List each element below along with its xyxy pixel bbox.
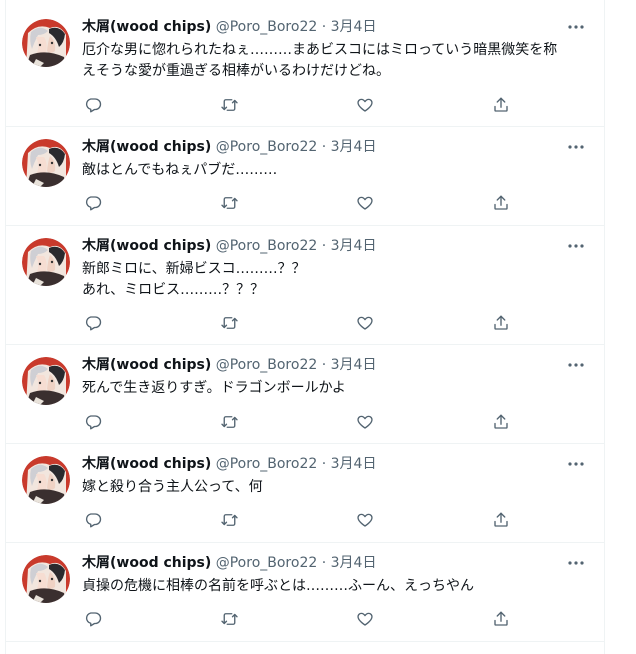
tweet-header: 木屑(wood chips) @Poro_Boro22 · 3月4日 <box>82 454 376 474</box>
separator-dot: · <box>321 238 327 254</box>
share-icon[interactable] <box>490 411 512 433</box>
author-name[interactable]: 木屑(wood chips) <box>82 139 211 155</box>
tweet-text: 厄介な男に惚れられたねぇ………まあビスコにはミロっていう暗黒微笑を称 えそうな愛… <box>82 40 588 82</box>
more-icon[interactable] <box>562 234 590 258</box>
avatar[interactable] <box>22 19 70 67</box>
tweet[interactable]: 木屑(wood chips) @Poro_Boro22 · 3月4日 敵はとんで… <box>6 127 604 226</box>
retweet-icon[interactable] <box>218 411 240 433</box>
like-icon[interactable] <box>354 312 376 334</box>
like-icon[interactable] <box>354 94 376 116</box>
tweet-text-line: 死んで生き返りすぎ。ドラゴンボールかよ <box>82 380 346 396</box>
author-name[interactable]: 木屑(wood chips) <box>82 456 211 472</box>
tweet-text-line: あれ、ミロビス………？？？ <box>82 282 265 298</box>
author-handle[interactable]: @Poro_Boro22 <box>216 555 318 571</box>
author-handle[interactable]: @Poro_Boro22 <box>216 357 318 373</box>
tweet-actions <box>82 94 512 116</box>
tweet-date[interactable]: 3月4日 <box>331 238 377 254</box>
tweet-header: 木屑(wood chips) @Poro_Boro22 · 3月4日 <box>82 553 376 573</box>
tweet[interactable]: 木屑(wood chips) @Poro_Boro22 · 3月4日 厄介な男に… <box>6 7 604 127</box>
tweet-text-line: 貞操の危機に相棒の名前を呼ぶとは………ふーん、えっちやん <box>82 578 474 594</box>
tweet-text-line: えそうな愛が重過ぎる相棒がいるわけだけどね。 <box>82 63 390 79</box>
avatar[interactable] <box>22 357 70 405</box>
reply-icon[interactable] <box>82 312 104 334</box>
like-icon[interactable] <box>354 192 376 214</box>
retweet-icon[interactable] <box>218 509 240 531</box>
tweet-text: 嫁と殺り合う主人公って、何 <box>82 477 588 498</box>
tweet-header: 木屑(wood chips) @Poro_Boro22 · 3月4日 <box>82 17 376 37</box>
avatar[interactable] <box>22 456 70 504</box>
author-name[interactable]: 木屑(wood chips) <box>82 238 211 254</box>
tweet-actions <box>82 608 512 630</box>
share-icon[interactable] <box>490 94 512 116</box>
more-icon[interactable] <box>562 452 590 476</box>
avatar[interactable] <box>22 238 70 286</box>
avatar[interactable] <box>22 555 70 603</box>
tweet-header: 木屑(wood chips) @Poro_Boro22 · 3月4日 <box>82 137 376 157</box>
separator-dot: · <box>321 19 327 35</box>
tweet[interactable]: 木屑(wood chips) @Poro_Boro22 · 3月4日 新郎ミロに… <box>6 226 604 345</box>
tweet-date[interactable]: 3月4日 <box>331 357 377 373</box>
retweet-icon[interactable] <box>218 94 240 116</box>
like-icon[interactable] <box>354 509 376 531</box>
reply-icon[interactable] <box>82 509 104 531</box>
tweet-date[interactable]: 3月4日 <box>331 139 377 155</box>
retweet-icon[interactable] <box>218 192 240 214</box>
more-icon[interactable] <box>562 15 590 39</box>
tweet-date[interactable]: 3月4日 <box>331 19 377 35</box>
separator-dot: · <box>321 456 327 472</box>
more-icon[interactable] <box>562 135 590 159</box>
author-handle[interactable]: @Poro_Boro22 <box>216 238 318 254</box>
tweet-date[interactable]: 3月4日 <box>331 456 377 472</box>
timeline: 木屑(wood chips) @Poro_Boro22 · 3月4日 厄介な男に… <box>5 0 605 654</box>
separator-dot: · <box>321 555 327 571</box>
tweet-actions <box>82 192 512 214</box>
share-icon[interactable] <box>490 509 512 531</box>
tweet-actions <box>82 411 512 433</box>
reply-icon[interactable] <box>82 192 104 214</box>
tweet-date[interactable]: 3月4日 <box>331 555 377 571</box>
author-name[interactable]: 木屑(wood chips) <box>82 555 211 571</box>
reply-icon[interactable] <box>82 411 104 433</box>
tweet[interactable]: 木屑(wood chips) @Poro_Boro22 · 3月4日 嫁と殺り合… <box>6 444 604 543</box>
tweet-text-line: 新郎ミロに、新婦ビスコ………？？ <box>82 261 306 277</box>
author-name[interactable]: 木屑(wood chips) <box>82 19 211 35</box>
reply-icon[interactable] <box>82 608 104 630</box>
author-handle[interactable]: @Poro_Boro22 <box>216 19 318 35</box>
tweet-header: 木屑(wood chips) @Poro_Boro22 · 3月4日 <box>82 355 376 375</box>
like-icon[interactable] <box>354 608 376 630</box>
tweet-actions <box>82 509 512 531</box>
author-name[interactable]: 木屑(wood chips) <box>82 357 211 373</box>
retweet-icon[interactable] <box>218 608 240 630</box>
separator-dot: · <box>321 139 327 155</box>
separator-dot: · <box>321 357 327 373</box>
tweet-header: 木屑(wood chips) @Poro_Boro22 · 3月4日 <box>82 236 376 256</box>
share-icon[interactable] <box>490 608 512 630</box>
reply-icon[interactable] <box>82 94 104 116</box>
author-handle[interactable]: @Poro_Boro22 <box>216 139 318 155</box>
tweet-text-line: 厄介な男に惚れられたねぇ………まあビスコにはミロっていう暗黒微笑を称 <box>82 42 558 58</box>
tweet-text-line: 嫁と殺り合う主人公って、何 <box>82 479 263 495</box>
avatar[interactable] <box>22 139 70 187</box>
tweet-text: 死んで生き返りすぎ。ドラゴンボールかよ <box>82 378 588 399</box>
tweet-text: 貞操の危機に相棒の名前を呼ぶとは………ふーん、えっちやん <box>82 576 588 597</box>
more-icon[interactable] <box>562 551 590 575</box>
tweet[interactable]: 木屑(wood chips) @Poro_Boro22 · 3月4日 貞操の危機… <box>6 543 604 642</box>
retweet-icon[interactable] <box>218 312 240 334</box>
tweet-actions <box>82 312 512 334</box>
like-icon[interactable] <box>354 411 376 433</box>
share-icon[interactable] <box>490 312 512 334</box>
author-handle[interactable]: @Poro_Boro22 <box>216 456 318 472</box>
tweet[interactable]: 木屑(wood chips) @Poro_Boro22 · 3月4日 死んで生き… <box>6 345 604 444</box>
more-icon[interactable] <box>562 353 590 377</box>
tweet-text: 新郎ミロに、新婦ビスコ………？？ あれ、ミロビス………？？？ <box>82 259 588 301</box>
tweet-text: 敵はとんでもねぇパブだ……… <box>82 160 588 181</box>
tweet-text-line: 敵はとんでもねぇパブだ……… <box>82 162 278 178</box>
share-icon[interactable] <box>490 192 512 214</box>
